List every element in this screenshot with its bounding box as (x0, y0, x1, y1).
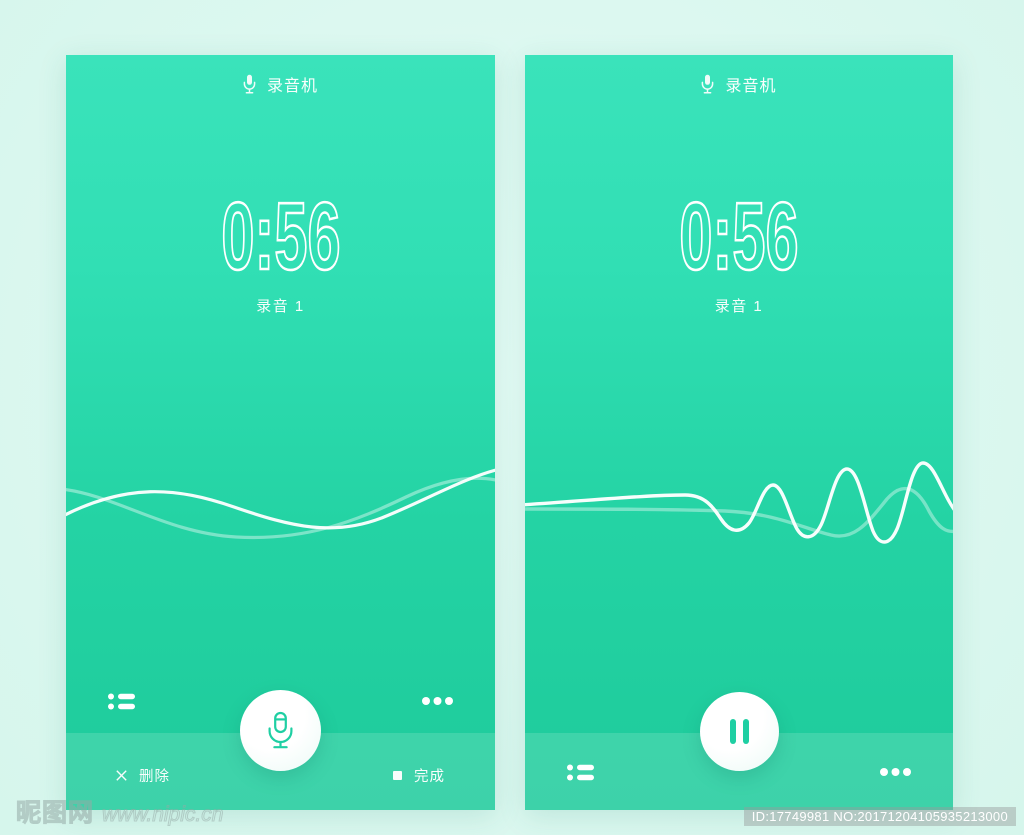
waveform-line-secondary (66, 476, 495, 540)
screen-background: 录音机 0:56 录音 1 (66, 55, 495, 810)
timer-display: 0:56 (678, 195, 799, 277)
page-canvas: 录音机 0:56 录音 1 删除 完成 录音机 0:56 录音 1 昵图网 ww… (0, 0, 1024, 835)
pause-icon (729, 719, 749, 744)
action-row: 删除 完成 (66, 762, 495, 788)
list-icon[interactable] (108, 692, 135, 711)
waveform-line-primary (525, 461, 953, 544)
record-button[interactable] (240, 690, 321, 771)
microphone-icon (702, 74, 714, 94)
more-options-icon[interactable] (880, 768, 911, 776)
stop-square-icon (393, 770, 402, 780)
waveform-visualizer (525, 461, 953, 544)
screen-background: 录音机 0:56 录音 1 (525, 55, 953, 810)
clip-name: 录音 1 (256, 298, 305, 315)
pause-bar-right (742, 719, 749, 744)
list-icon[interactable] (567, 763, 594, 782)
timer-value: 0:56 (679, 195, 798, 277)
timer-area: 0:56 录音 1 (66, 195, 495, 316)
clip-name: 录音 1 (714, 298, 764, 315)
waveform-visualizer (66, 468, 495, 540)
timer-display: 0:56 (220, 195, 341, 277)
phone-screen-recording-active: 录音机 0:56 录音 1 (525, 55, 953, 810)
done-label: 完成 (414, 768, 445, 785)
pause-button[interactable] (699, 692, 779, 771)
app-header: 录音机 (66, 55, 495, 113)
app-title: 录音机 (266, 78, 318, 95)
timer-area: 0:56 录音 1 (525, 195, 953, 316)
waveform-line-primary (66, 468, 495, 530)
done-button[interactable]: 完成 (393, 765, 445, 786)
delete-button[interactable]: 删除 (116, 765, 170, 786)
close-icon (116, 769, 127, 781)
app-header: 录音机 (525, 55, 953, 113)
microphone-icon (243, 74, 256, 94)
more-options-icon[interactable] (422, 697, 453, 705)
delete-label: 删除 (139, 768, 170, 785)
timer-value: 0:56 (221, 195, 340, 277)
watermark-id: ID:17749981 NO:20171204105935213000 (743, 807, 1016, 826)
microphone-icon (268, 711, 293, 749)
phone-screen-recording: 录音机 0:56 录音 1 删除 完成 (66, 55, 495, 810)
app-title: 录音机 (725, 78, 777, 95)
pause-bar-left (729, 719, 736, 744)
